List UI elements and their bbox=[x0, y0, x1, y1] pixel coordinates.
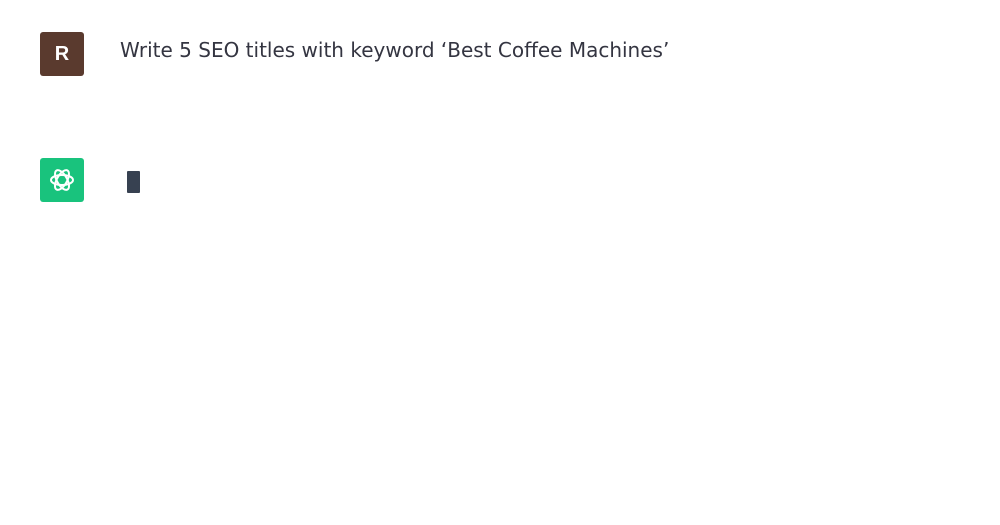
user-message-text: Write 5 SEO titles with keyword ‘Best Co… bbox=[120, 38, 670, 62]
openai-logo-icon bbox=[50, 169, 74, 191]
assistant-avatar bbox=[40, 158, 84, 202]
typing-cursor bbox=[127, 171, 140, 193]
user-avatar: R bbox=[40, 32, 84, 76]
chat-thread: R Write 5 SEO titles with keyword ‘Best … bbox=[0, 0, 1000, 525]
